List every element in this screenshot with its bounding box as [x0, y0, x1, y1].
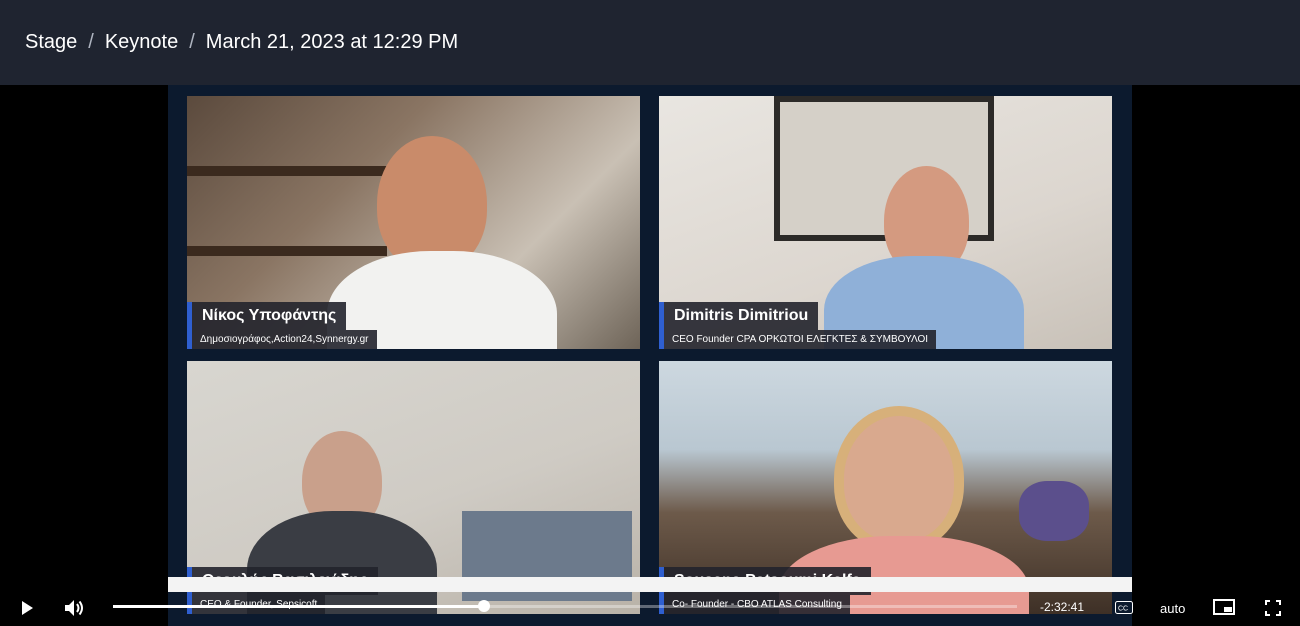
flowers	[1019, 481, 1089, 541]
video-stage[interactable]: Νίκος Υποφάντης Δημοσιογράφος,Action24,S…	[0, 85, 1300, 626]
svg-text:CC: CC	[1118, 605, 1128, 612]
bookshelf	[187, 246, 387, 256]
participant-tile: Dimitris Dimitriou CEO Founder CPA ΟΡΚΩΤ…	[659, 96, 1112, 349]
breadcrumb-keynote[interactable]: Keynote	[105, 31, 178, 54]
participant-name: Dimitris Dimitriou	[659, 302, 819, 330]
fullscreen-icon[interactable]	[1264, 599, 1282, 617]
picture-in-picture-icon[interactable]	[1213, 598, 1235, 616]
nameplate: Dimitris Dimitriou CEO Founder CPA ΟΡΚΩΤ…	[659, 302, 937, 349]
player-controls	[0, 591, 1300, 626]
time-remaining: -2:32:41	[1040, 600, 1085, 614]
nameplate: Νίκος Υποφάντης Δημοσιογράφος,Action24,S…	[187, 302, 377, 349]
participant-role: Δημοσιογράφος,Action24,Synnergy.gr	[187, 330, 377, 349]
seek-progress	[113, 605, 484, 608]
breadcrumb-session-date: March 21, 2023 at 12:29 PM	[205, 31, 459, 53]
seek-bar[interactable]	[113, 600, 1017, 612]
header-bar: Stage / Keynote / March 21, 2023 at 12:2…	[0, 0, 1300, 85]
breadcrumb: Stage / Keynote / March 21, 2023 at 12:2…	[25, 31, 458, 54]
participant-face	[834, 406, 964, 551]
quality-selector[interactable]: auto	[1160, 601, 1185, 616]
participant-role: CEO Founder CPA ΟΡΚΩΤΟΙ ΕΛΕΓΚΤΕΣ & ΣΥΜΒΟ…	[659, 330, 937, 349]
sponsor-logo-strip	[168, 577, 1132, 592]
volume-icon[interactable]	[63, 597, 87, 619]
breadcrumb-separator: /	[189, 31, 195, 53]
participant-tile: Νίκος Υποφάντης Δημοσιογράφος,Action24,S…	[187, 96, 640, 349]
seek-handle[interactable]	[477, 600, 490, 612]
captions-icon[interactable]: CC	[1114, 600, 1134, 614]
video-frame[interactable]: Νίκος Υποφάντης Δημοσιογράφος,Action24,S…	[168, 85, 1132, 626]
play-icon[interactable]	[16, 598, 38, 618]
bookshelf	[187, 166, 387, 176]
breadcrumb-stage[interactable]: Stage	[25, 31, 77, 54]
participant-name: Νίκος Υποφάντης	[187, 302, 347, 330]
breadcrumb-separator: /	[88, 31, 94, 53]
